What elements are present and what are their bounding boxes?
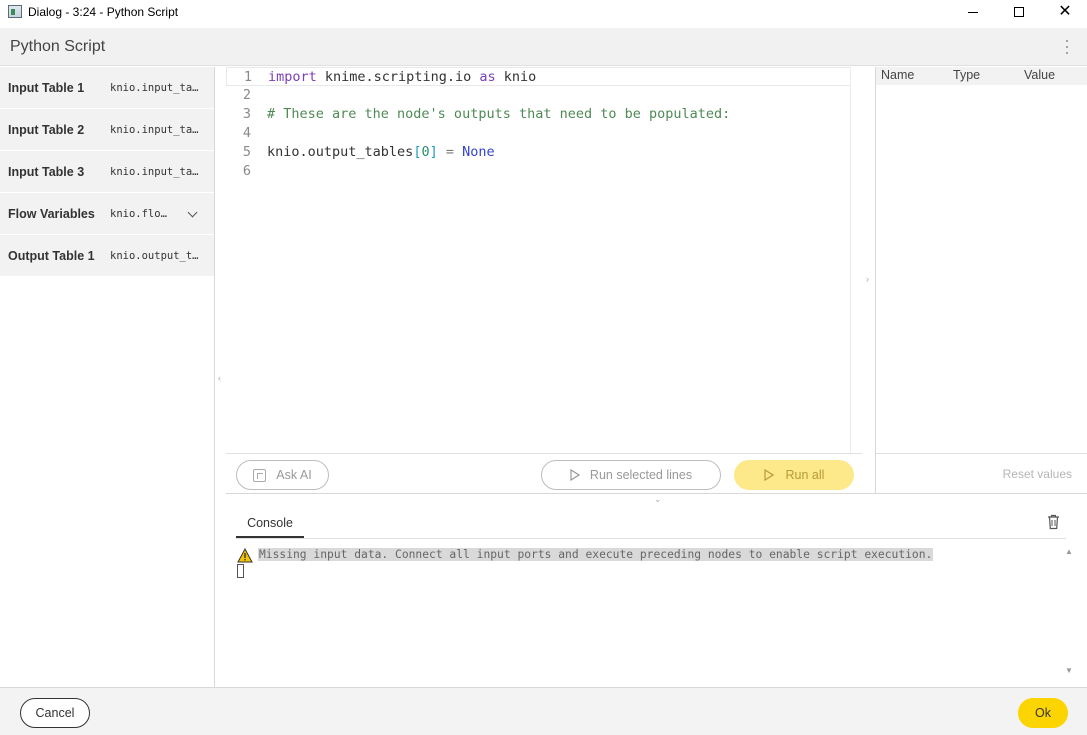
editor-toolbar: Ask AI Run selected lines Run all <box>226 453 862 493</box>
sidebar-item-input-table-3[interactable]: Input Table 3 knio.input_ta… <box>0 151 214 193</box>
window-title: Dialog - 3:24 - Python Script <box>28 5 179 19</box>
scroll-up-icon[interactable]: ▲ <box>1065 547 1073 556</box>
console-message: Missing input data. Connect all input po… <box>258 548 934 561</box>
run-selected-lines-button[interactable]: Run selected lines <box>541 460 721 490</box>
sidebar-item-input-table-1[interactable]: Input Table 1 knio.input_ta… <box>0 67 214 109</box>
run-all-button[interactable]: Run all <box>734 460 854 490</box>
collapse-sidebar-icon[interactable]: ‹ <box>218 373 221 383</box>
tab-console[interactable]: Console <box>236 513 304 539</box>
dialog-header: Python Script <box>0 28 1087 66</box>
ask-ai-label: Ask AI <box>276 468 312 482</box>
sidebar-item-label: Input Table 2 <box>8 122 85 137</box>
chevron-down-icon[interactable] <box>187 207 198 218</box>
sidebar-item-code: knio.output_t… <box>110 249 199 262</box>
run-selected-lines-label: Run selected lines <box>589 468 693 482</box>
editor-line[interactable]: 2 <box>226 86 862 105</box>
sidebar: Input Table 1 knio.input_ta… Input Table… <box>0 67 215 687</box>
minimize-icon <box>968 11 978 13</box>
line-number: 4 <box>242 125 251 141</box>
dialog-footer: Cancel Ok <box>0 687 1087 735</box>
column-header-value[interactable]: Value <box>1024 68 1055 82</box>
play-icon <box>763 469 774 481</box>
sidebar-item-output-table-1[interactable]: Output Table 1 knio.output_t… <box>0 235 214 277</box>
scroll-down-icon[interactable]: ▼ <box>1065 666 1073 675</box>
ask-ai-button[interactable]: Ask AI <box>236 460 329 490</box>
reset-values-button[interactable]: Reset values <box>1003 467 1072 481</box>
editor-line[interactable]: 6 <box>226 162 862 181</box>
close-button[interactable]: ✕ <box>1042 0 1087 24</box>
sidebar-item-label: Input Table 1 <box>8 80 85 95</box>
sidebar-item-input-table-2[interactable]: Input Table 2 knio.input_ta… <box>0 109 214 151</box>
ai-icon <box>253 468 267 482</box>
sidebar-item-label: Flow Variables <box>8 206 95 221</box>
line-number: 6 <box>242 163 251 179</box>
console-splitter[interactable]: ⌄ <box>226 493 1087 504</box>
kebab-menu-icon[interactable] <box>1065 40 1069 54</box>
console-cursor <box>237 564 244 578</box>
app-icon <box>8 5 22 18</box>
page-title: Python Script <box>10 38 106 55</box>
variables-table-header: Name Type Value <box>876 67 1087 85</box>
line-number: 3 <box>242 106 251 122</box>
code-editor[interactable]: 1 import knime.scripting.io as knio 2 3 … <box>226 67 862 453</box>
editor-scrollbar[interactable] <box>850 67 862 453</box>
column-header-name[interactable]: Name <box>881 68 914 82</box>
console-panel: Console Missing input data. Connect all … <box>226 503 1087 687</box>
line-number: 1 <box>243 69 252 85</box>
window-titlebar: Dialog - 3:24 - Python Script ✕ <box>0 0 1087 24</box>
collapse-variables-icon[interactable]: › <box>866 274 869 284</box>
editor-line[interactable]: 1 import knime.scripting.io as knio <box>226 67 862 86</box>
play-icon <box>570 469 580 481</box>
maximize-button[interactable] <box>996 0 1042 24</box>
line-code: knio.output_tables[0] = None <box>267 144 495 160</box>
column-header-type[interactable]: Type <box>953 68 980 82</box>
editor-line[interactable]: 5 knio.output_tables[0] = None <box>226 143 862 162</box>
sidebar-item-label: Output Table 1 <box>8 248 95 263</box>
console-scrollbar[interactable]: ▲ ▼ <box>1062 547 1076 675</box>
line-code: import knime.scripting.io as knio <box>268 69 537 85</box>
run-all-label: Run all <box>785 468 825 482</box>
trash-icon[interactable] <box>1047 514 1059 530</box>
cancel-button[interactable]: Cancel <box>20 698 90 728</box>
sidebar-item-flow-variables[interactable]: Flow Variables knio.flo… <box>0 193 214 235</box>
sidebar-item-code: knio.flo… <box>110 207 167 220</box>
sidebar-item-label: Input Table 3 <box>8 164 85 179</box>
variables-footer: Reset values <box>876 453 1087 493</box>
minimize-button[interactable] <box>950 0 996 24</box>
sidebar-item-code: knio.input_ta… <box>110 81 199 94</box>
sidebar-item-code: knio.input_ta… <box>110 123 199 136</box>
line-code: # These are the node's outputs that need… <box>267 106 731 122</box>
tab-divider <box>236 538 1066 539</box>
ok-button[interactable]: Ok <box>1018 698 1068 728</box>
line-number: 2 <box>242 87 251 103</box>
variables-panel: Name Type Value Reset values <box>875 67 1087 493</box>
warning-icon <box>237 547 253 563</box>
maximize-icon <box>1014 7 1024 17</box>
sidebar-item-code: knio.input_ta… <box>110 165 199 178</box>
editor-line[interactable]: 4 <box>226 124 862 143</box>
close-icon: ✕ <box>1058 3 1072 20</box>
line-number: 5 <box>242 144 251 160</box>
editor-line[interactable]: 3 # These are the node's outputs that ne… <box>226 105 862 124</box>
